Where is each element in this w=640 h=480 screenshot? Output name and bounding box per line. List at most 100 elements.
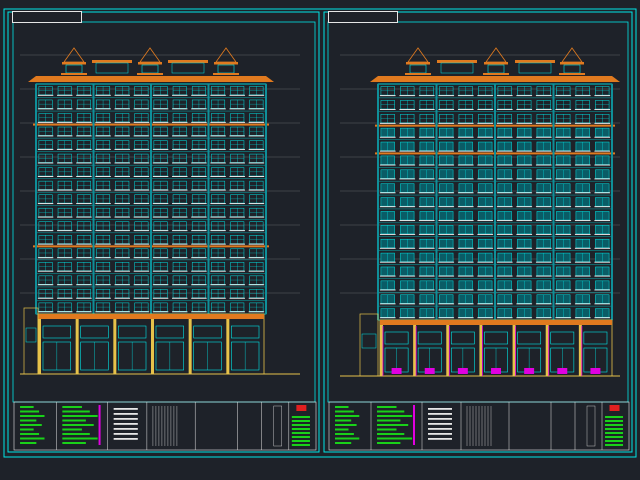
right-window-sill <box>399 164 416 166</box>
right-elevation-sheet[interactable] <box>340 47 620 377</box>
right-window-sill <box>457 178 474 180</box>
right-window-sill <box>574 233 591 235</box>
left-title-text-white <box>113 408 138 410</box>
right-window-sill <box>477 289 494 291</box>
left-window-sill <box>152 189 169 191</box>
right-window-sill <box>379 136 396 138</box>
left-podium-cornice <box>38 314 264 319</box>
right-window-sill <box>555 220 572 222</box>
right-podium-column <box>446 325 450 376</box>
left-window-sill <box>191 297 207 299</box>
left-window-sill <box>248 311 265 313</box>
right-magenta-entry <box>391 368 402 374</box>
right-pavilion-body-1 <box>487 64 505 74</box>
left-window-sill <box>229 311 245 313</box>
left-window-sill <box>37 203 54 205</box>
cad-drawing-canvas[interactable] <box>0 0 640 480</box>
right-window-sill <box>594 108 611 110</box>
right-window-sill <box>418 192 435 194</box>
left-window-sill <box>133 284 150 286</box>
left-window-sill <box>133 230 150 232</box>
right-annex-window <box>361 333 377 349</box>
left-window-sill <box>210 284 226 286</box>
right-podium-column <box>413 325 417 376</box>
left-window-sill <box>248 108 265 110</box>
left-window-sill <box>229 121 245 123</box>
right-window-sill <box>379 220 396 222</box>
right-roof-deck-0 <box>437 60 477 63</box>
left-window-sill <box>229 148 245 150</box>
left-window-sill <box>210 257 226 259</box>
right-window-sill <box>535 192 552 194</box>
right-window-sill <box>457 150 474 152</box>
left-window-sill <box>172 203 188 205</box>
right-window-sill <box>496 150 513 152</box>
left-pilaster <box>92 84 95 314</box>
left-window-sill <box>57 243 73 245</box>
left-title-text-green <box>20 428 34 431</box>
right-podium-column <box>545 325 549 376</box>
right-title-notes-green <box>605 424 623 426</box>
right-window-sill <box>555 122 572 124</box>
left-title-text-green <box>62 415 98 417</box>
right-title-text-green <box>377 424 409 426</box>
left-title-text-green <box>20 410 40 413</box>
left-window-sill <box>95 297 111 299</box>
right-window-sill <box>477 247 494 249</box>
right-window-sill <box>379 261 396 263</box>
left-window-sill <box>95 148 111 150</box>
left-window-sill <box>57 311 73 313</box>
right-window-sill <box>516 192 533 194</box>
left-window-sill <box>248 121 265 123</box>
right-title-notes-green <box>605 420 623 422</box>
left-window-sill <box>210 148 226 150</box>
left-window-sill <box>229 189 245 191</box>
right-window-sill <box>399 136 416 138</box>
right-window-sill <box>496 220 513 222</box>
left-window-sill <box>172 230 188 232</box>
left-window-sill <box>152 284 169 286</box>
left-window-sill <box>57 297 73 299</box>
left-window-sill <box>248 148 265 150</box>
right-window-sill <box>496 233 513 235</box>
right-window-sill <box>418 247 435 249</box>
right-window-sill <box>477 108 494 110</box>
left-window-sill <box>152 135 169 137</box>
right-window-sill <box>535 206 552 208</box>
left-title-notes-green <box>291 432 310 434</box>
right-window-sill <box>379 108 396 110</box>
right-window-sill <box>555 275 572 277</box>
right-window-sill <box>516 178 533 180</box>
left-window-sill <box>57 94 73 96</box>
right-window-sill <box>516 164 533 166</box>
left-pavilion-body-0 <box>65 64 83 74</box>
right-window-sill <box>418 275 435 277</box>
right-window-sill <box>535 136 552 138</box>
left-window-sill <box>229 284 245 286</box>
right-window-sill <box>535 220 552 222</box>
left-podium-column <box>188 319 192 374</box>
left-window-sill <box>248 230 265 232</box>
right-window-sill <box>496 303 513 305</box>
left-pilaster <box>150 84 152 314</box>
left-window-sill <box>152 243 169 245</box>
left-window-sill <box>76 203 92 205</box>
left-title-notes-green <box>291 428 310 430</box>
left-window-sill <box>229 176 245 177</box>
left-shop-transom <box>80 325 109 339</box>
right-title-text-green <box>377 428 397 431</box>
right-magenta-entry <box>524 368 535 374</box>
right-window-sill <box>496 275 513 277</box>
right-window-sill <box>555 192 572 194</box>
left-window-sill <box>172 162 188 164</box>
right-window-sill <box>399 178 416 180</box>
left-window-sill <box>133 203 150 205</box>
right-window-sill <box>457 275 474 277</box>
left-elevation-sheet[interactable] <box>20 47 300 375</box>
left-window-sill <box>133 216 150 218</box>
left-window-sill <box>57 135 73 137</box>
right-title-text-green <box>335 442 352 444</box>
right-window-sill <box>594 95 611 97</box>
right-window-sill <box>535 108 552 110</box>
left-window-sill <box>133 108 150 110</box>
